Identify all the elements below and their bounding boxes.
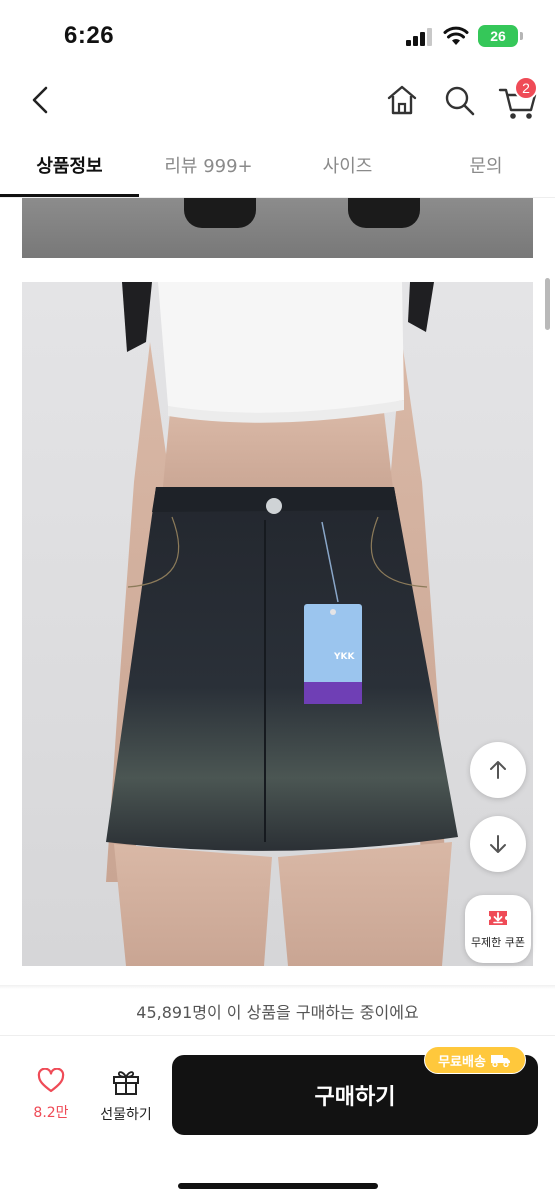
- gift-label: 선물하기: [100, 1107, 152, 1123]
- tab-bar: 상품정보 리뷰 999+ 사이즈 문의: [0, 140, 555, 198]
- buyer-count-banner: 45,891명이 이 상품을 구매하는 중이에요: [0, 990, 555, 1036]
- top-nav: [0, 72, 555, 132]
- tab-product-info[interactable]: 상품정보: [0, 152, 139, 196]
- free-shipping-label: 무료배송: [438, 1054, 486, 1070]
- scroll-down-button[interactable]: [470, 816, 526, 872]
- product-illustration: [106, 282, 458, 966]
- gift-button[interactable]: 선물하기: [92, 1068, 160, 1128]
- buyer-count-text: 45,891명이 이 상품을 구매하는 중이에요: [136, 1003, 419, 1022]
- battery-icon: 26: [478, 25, 523, 47]
- product-image: YKK: [22, 282, 533, 966]
- active-tab-indicator: [0, 194, 139, 197]
- tab-size[interactable]: 사이즈: [278, 152, 417, 196]
- tab-label: 사이즈: [322, 156, 373, 177]
- back-arrow-icon[interactable]: [24, 80, 58, 120]
- status-bar: 6:26 26: [0, 0, 555, 72]
- like-button[interactable]: 8.2만: [22, 1067, 80, 1128]
- free-shipping-badge: 무료배송: [424, 1046, 526, 1074]
- coupon-icon: [489, 911, 507, 925]
- tab-label: 리뷰 999+: [164, 156, 253, 177]
- tab-label: 상품정보: [36, 156, 103, 177]
- arrow-up-icon: [490, 761, 506, 779]
- scroll-up-button[interactable]: [470, 742, 526, 798]
- bottom-divider: [0, 985, 555, 989]
- tag-brand: YKK: [334, 652, 355, 662]
- arrow-down-icon: [490, 835, 506, 853]
- unlimited-coupon-button[interactable]: 무제한 쿠폰: [465, 895, 531, 963]
- search-icon[interactable]: [442, 80, 478, 120]
- coupon-label: 무제한 쿠폰: [470, 936, 526, 949]
- home-icon[interactable]: [384, 80, 420, 120]
- wifi-icon: [443, 26, 469, 45]
- home-indicator: [178, 1183, 378, 1189]
- heart-icon: [37, 1067, 65, 1093]
- product-image-previous: [22, 198, 533, 258]
- gift-icon: [113, 1071, 139, 1095]
- like-count: 8.2만: [33, 1105, 69, 1121]
- battery-level: 26: [490, 28, 506, 44]
- shoe-right: [348, 198, 420, 228]
- buy-label: 구매하기: [314, 1085, 396, 1110]
- shoe-left: [184, 198, 256, 228]
- tab-inquiry[interactable]: 문의: [417, 152, 555, 196]
- cellular-signal-icon: [406, 28, 432, 46]
- scrollbar-thumb[interactable]: [545, 278, 550, 330]
- status-time: 6:26: [64, 22, 115, 49]
- tab-reviews[interactable]: 리뷰 999+: [139, 152, 278, 196]
- cart-badge: 2: [514, 76, 538, 100]
- tab-label: 문의: [469, 156, 503, 177]
- cart-count: 2: [522, 80, 530, 96]
- delivery-truck-icon: [490, 1055, 510, 1067]
